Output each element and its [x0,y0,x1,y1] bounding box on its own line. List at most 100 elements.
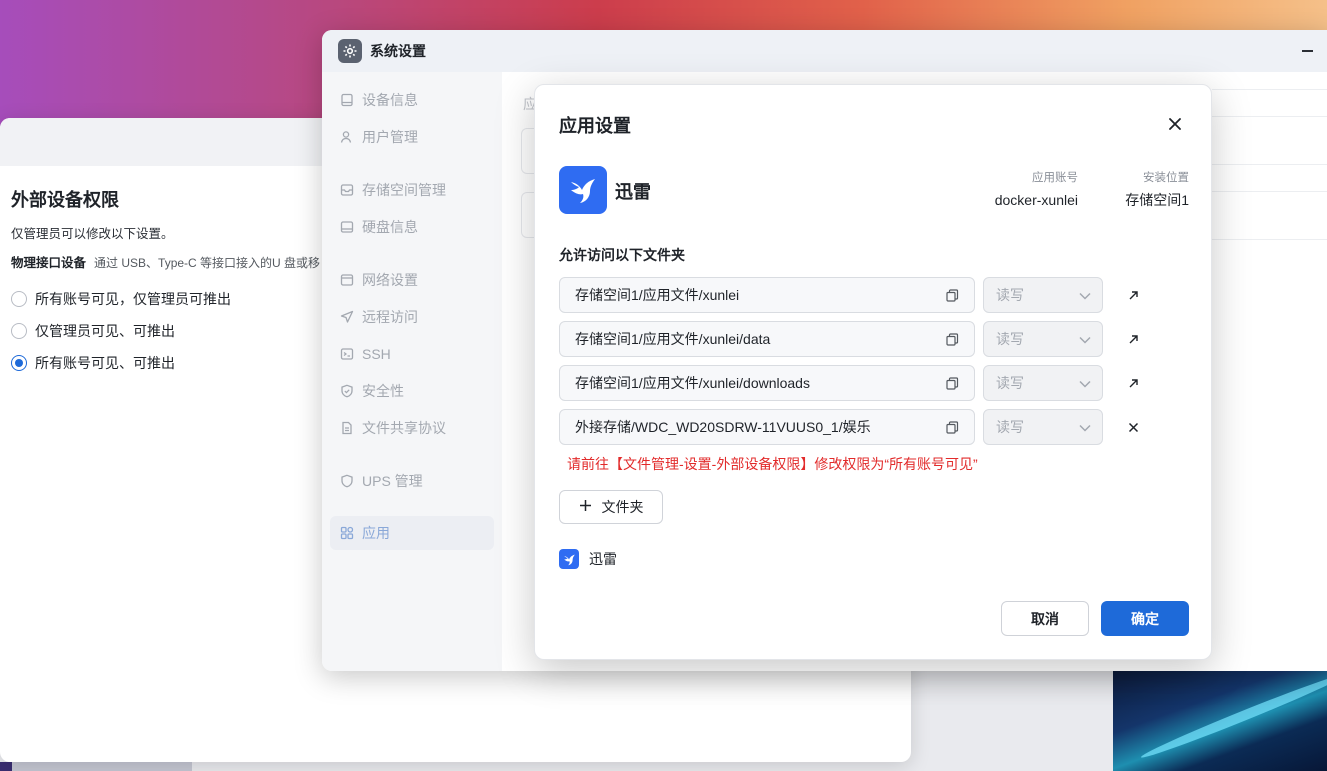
sidebar-item-label: 用户管理 [362,129,418,145]
app-account-value: docker-xunlei [994,192,1078,208]
window-title: 系统设置 [370,43,426,59]
radio-button-selected[interactable] [11,355,27,371]
sidebar-item-label: 硬盘信息 [362,219,418,235]
app-account: 应用账号 docker-xunlei [975,171,1078,208]
sidebar-item-label: 存储空间管理 [362,182,446,198]
radio-button[interactable] [11,291,27,307]
permission-warning: 请前往【文件管理-设置-外部设备权限】修改权限为“所有账号可见” [567,456,978,472]
sidebar-item-storage-management[interactable]: 存储空间管理 [330,173,494,207]
app-name: 迅雷 [615,182,651,202]
divider [1212,116,1327,117]
app-settings-dialog: 应用设置 迅雷 应用账号 docker-xunlei 安装位置 存储空间1 允许… [534,84,1212,660]
sidebar-item-label: 设备信息 [362,92,418,108]
minimize-button[interactable] [1300,44,1314,58]
folders-section-label: 允许访问以下文件夹 [559,247,685,263]
device-icon [340,93,354,107]
folder-path: 存储空间1/应用文件/xunlei [575,287,740,303]
folder-path: 存储空间1/应用文件/xunlei/data [575,331,771,347]
sidebar-item-file-sharing[interactable]: 文件共享协议 [330,411,494,445]
ups-icon [340,474,354,488]
copy-icon[interactable] [944,331,960,347]
sidebar-item-ups[interactable]: UPS 管理 [330,464,494,498]
physical-device-label: 物理接口设备 [11,256,87,270]
folder-path: 外接存储/WDC_WD20SDRW-11VUUS0_1/娱乐 [575,419,871,435]
sidebar-item-label: UPS 管理 [362,473,423,489]
install-location-value: 存储空间1 [1125,192,1189,208]
sidebar-item-user-management[interactable]: 用户管理 [330,120,494,154]
open-icon[interactable] [1123,285,1143,305]
cancel-button[interactable]: 取消 [1001,601,1089,636]
xunlei-logo-icon [559,549,579,569]
folder-path: 存储空间1/应用文件/xunlei/downloads [575,375,810,391]
disk-icon [340,220,354,234]
chevron-down-icon [1078,377,1092,391]
permission-value: 读写 [996,287,1024,303]
settings-sidebar: 设备信息 用户管理 存储空间管理 硬盘信息 网络设置 远程访问 SSH 安全性 [322,72,502,671]
footer-app: 迅雷 [559,549,617,569]
radio-button[interactable] [11,323,27,339]
permission-select[interactable]: 读写 [983,409,1103,445]
folder-path-field[interactable]: 存储空间1/应用文件/xunlei/data [559,321,975,357]
network-icon [340,273,354,287]
sidebar-item-disk-info[interactable]: 硬盘信息 [330,210,494,244]
sidebar-item-label: 远程访问 [362,309,418,325]
radio-label: 所有账号可见，仅管理员可推出 [35,291,231,307]
divider [1212,191,1327,192]
divider [1212,164,1327,165]
install-location-label: 安装位置 [1143,172,1189,184]
file-share-icon [340,421,354,435]
title-bar: 系统设置 [322,30,1327,72]
plus-icon [579,499,592,515]
add-folder-label: 文件夹 [601,499,644,515]
copy-icon[interactable] [944,375,960,391]
radio-option-all-visible-all-eject[interactable]: 所有账号可见、可推出 [11,353,175,373]
copy-icon[interactable] [944,419,960,435]
shield-icon [340,384,354,398]
sidebar-item-device-info[interactable]: 设备信息 [330,83,494,117]
permission-select[interactable]: 读写 [983,321,1103,357]
sidebar-item-remote-access[interactable]: 远程访问 [330,300,494,334]
taskbar-accent [0,762,12,771]
install-location: 安装位置 存储空间1 [1098,171,1189,208]
gear-icon [338,39,362,63]
remote-icon [340,310,354,324]
radio-label: 所有账号可见、可推出 [35,355,175,371]
radio-label: 仅管理员可见、可推出 [35,323,175,339]
permission-value: 读写 [996,375,1024,391]
ssh-icon [340,347,354,361]
add-folder-button[interactable]: 文件夹 [559,490,663,524]
folder-path-field[interactable]: 外接存储/WDC_WD20SDRW-11VUUS0_1/娱乐 [559,409,975,445]
physical-device-desc: 通过 USB、Type-C 等接口接入的U 盘或移 [94,256,321,270]
chevron-down-icon [1078,289,1092,303]
divider [1212,239,1327,240]
user-icon [340,130,354,144]
copy-icon[interactable] [944,287,960,303]
page-description: 仅管理员可以修改以下设置。 [11,227,174,241]
page-title: 外部设备权限 [11,190,119,210]
open-icon[interactable] [1123,329,1143,349]
physical-device-section: 物理接口设备 通过 USB、Type-C 等接口接入的U 盘或移 [11,252,320,271]
sidebar-item-ssh[interactable]: SSH [330,337,494,371]
footer-app-name: 迅雷 [589,551,617,567]
permission-value: 读写 [996,419,1024,435]
sidebar-item-network[interactable]: 网络设置 [330,263,494,297]
radio-option-admin-only[interactable]: 仅管理员可见、可推出 [11,321,175,341]
folder-path-field[interactable]: 存储空间1/应用文件/xunlei [559,277,975,313]
permission-value: 读写 [996,331,1024,347]
wallpaper-art [1113,671,1327,771]
sidebar-item-apps[interactable]: 应用 [330,516,494,550]
folder-path-field[interactable]: 存储空间1/应用文件/xunlei/downloads [559,365,975,401]
sidebar-item-label: 安全性 [362,383,404,399]
taskbar-strip [0,762,192,771]
radio-option-all-visible-admin-eject[interactable]: 所有账号可见，仅管理员可推出 [11,289,231,309]
remove-icon[interactable] [1123,417,1143,437]
close-icon[interactable] [1163,112,1187,136]
permission-select[interactable]: 读写 [983,365,1103,401]
open-icon[interactable] [1123,373,1143,393]
divider [1212,89,1327,90]
confirm-button[interactable]: 确定 [1101,601,1189,636]
permission-select[interactable]: 读写 [983,277,1103,313]
apps-icon [340,526,354,540]
dialog-title: 应用设置 [559,116,631,136]
sidebar-item-security[interactable]: 安全性 [330,374,494,408]
